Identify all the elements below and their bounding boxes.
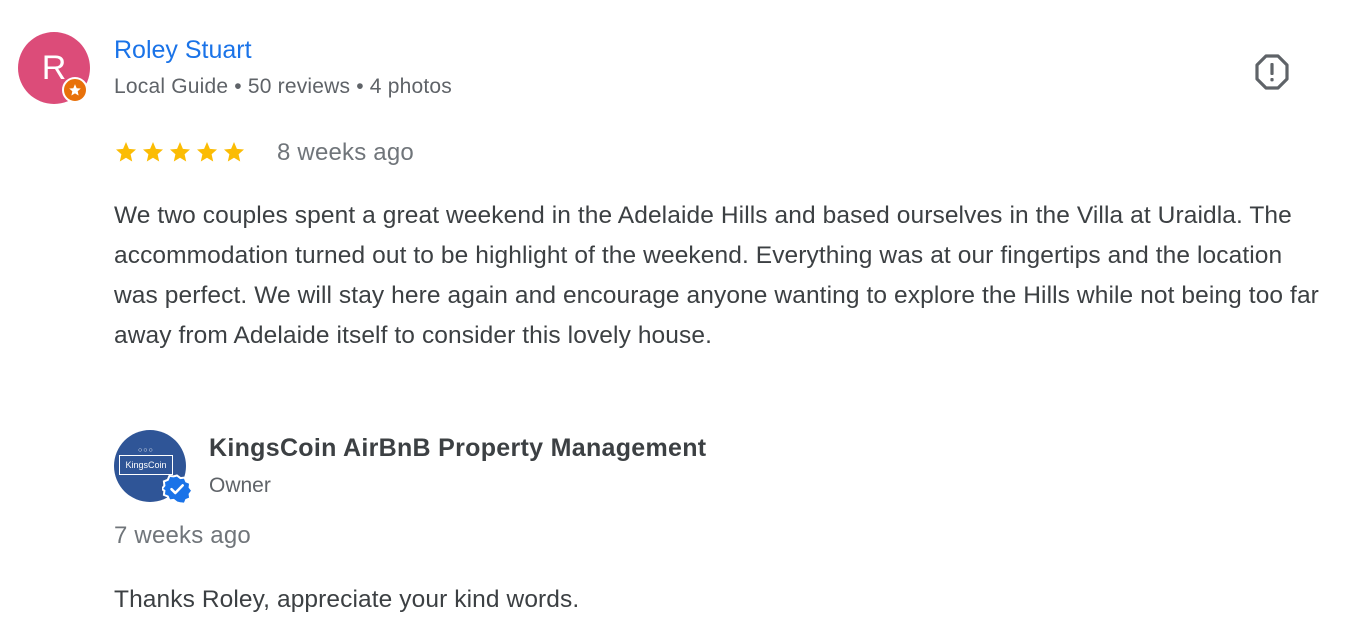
avatar-initial: R	[41, 49, 67, 87]
photo-count: 4 photos	[369, 75, 452, 98]
reviewer-meta: Local Guide • 50 reviews • 4 photos	[114, 75, 452, 99]
review-card: R Roley Stuart Local Guide • 50 reviews • 4 …	[0, 0, 1354, 638]
review-time: 8 weeks ago	[277, 139, 414, 166]
meta-separator: •	[234, 75, 242, 98]
verified-badge-icon	[160, 474, 194, 505]
local-guide-label: Local Guide	[114, 75, 229, 98]
reply-time: 7 weeks ago	[114, 522, 251, 549]
owner-name: KingsCoin AirBnB Property Management	[209, 434, 707, 462]
owner-role: Owner	[209, 474, 271, 497]
review-count: 50 reviews	[247, 75, 351, 98]
owner-avatar[interactable]: ○○○ KingsCoin	[114, 430, 194, 505]
reply-text: Thanks Roley, appreciate your kind words…	[114, 586, 580, 613]
meta-separator: •	[356, 75, 364, 98]
star-rating	[114, 140, 246, 164]
owner-logo-text: KingsCoin	[119, 455, 173, 475]
logo-dots-icon: ○○○	[138, 447, 154, 454]
star-icon	[170, 142, 190, 162]
report-octagon-icon[interactable]	[1252, 52, 1292, 92]
star-icon	[224, 142, 244, 162]
star-icon	[143, 142, 163, 162]
star-icon	[116, 142, 136, 162]
star-icon	[197, 142, 217, 162]
reviewer-name-link[interactable]: Roley Stuart	[114, 36, 252, 65]
local-guide-star-icon	[62, 77, 88, 103]
review-text: We two couples spent a great weekend in …	[114, 202, 1319, 349]
